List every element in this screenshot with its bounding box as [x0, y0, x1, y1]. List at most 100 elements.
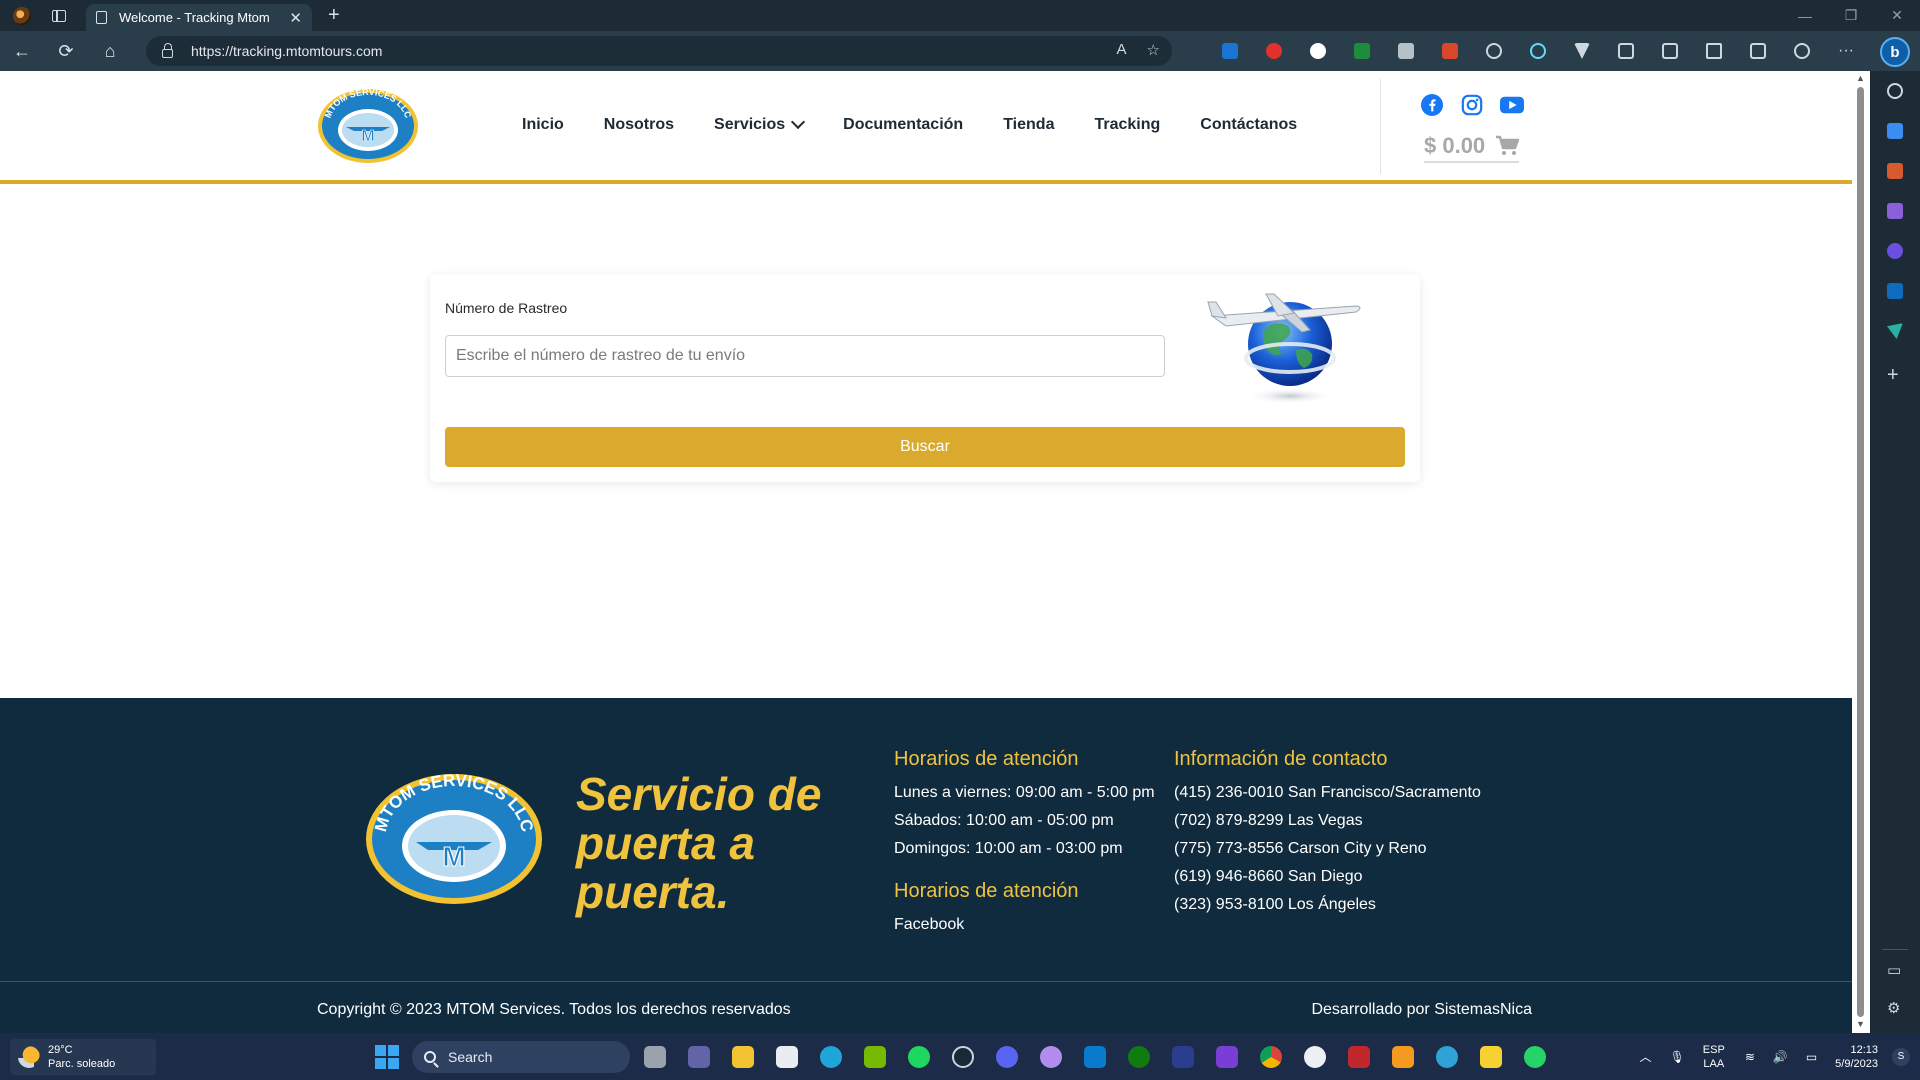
extension-v-icon[interactable]: [1560, 43, 1604, 59]
bing-copilot-icon[interactable]: b: [1880, 37, 1910, 67]
tracking-number-input[interactable]: [445, 335, 1165, 377]
spotify-icon[interactable]: [908, 1046, 930, 1068]
favorites-icon[interactable]: [1692, 43, 1736, 59]
webstorm-icon[interactable]: [1172, 1046, 1194, 1068]
vscode-icon[interactable]: [1084, 1046, 1106, 1068]
cart-button[interactable]: $ 0.00: [1424, 133, 1520, 163]
discord-icon[interactable]: [996, 1046, 1018, 1068]
nav-documentacion[interactable]: Documentación: [843, 116, 963, 134]
extension-circle-icon[interactable]: [1296, 43, 1340, 59]
nav-inicio[interactable]: Inicio: [522, 116, 564, 134]
battery-icon[interactable]: ▭: [1806, 1050, 1817, 1064]
extension-target-icon[interactable]: [1472, 43, 1516, 59]
microphone-icon[interactable]: 🎙: [1670, 1050, 1685, 1064]
sidebar-layout-icon[interactable]: ▭: [1887, 961, 1901, 979]
footer-facebook-link[interactable]: Facebook: [894, 911, 1079, 939]
sidebar-shopping-icon[interactable]: [1887, 123, 1903, 139]
sidebar-search-icon[interactable]: [1887, 83, 1903, 99]
youtube-icon[interactable]: [1500, 93, 1524, 117]
sidebar-add-icon[interactable]: +: [1887, 365, 1899, 385]
extension-gray-icon[interactable]: [1384, 43, 1428, 59]
copyright-text: Copyright © 2023 MTOM Services. Todos lo…: [317, 1001, 791, 1018]
extension-f-icon[interactable]: [1208, 43, 1252, 59]
sidebar-games-icon[interactable]: [1887, 203, 1903, 219]
nav-contactanos[interactable]: Contáctanos: [1200, 116, 1297, 134]
volume-icon[interactable]: 🔊: [1773, 1050, 1788, 1064]
extensions-puzzle-icon[interactable]: [1604, 43, 1648, 59]
wifi-icon[interactable]: ≋: [1745, 1050, 1755, 1064]
read-aloud-icon[interactable]: A: [1117, 41, 1127, 59]
search-button[interactable]: Buscar: [445, 427, 1405, 467]
taskbar-search[interactable]: Search: [412, 1041, 630, 1073]
whatsapp-icon[interactable]: [1524, 1046, 1546, 1068]
steam-icon[interactable]: [952, 1046, 974, 1068]
weather-widget[interactable]: 29°C Parc. soleado: [10, 1039, 156, 1075]
show-hidden-icons[interactable]: ︿: [1640, 1048, 1652, 1065]
extension-orange-icon[interactable]: [1428, 43, 1472, 59]
store-icon[interactable]: [776, 1046, 798, 1068]
chrome-icon[interactable]: [1260, 1046, 1282, 1068]
notification-icon[interactable]: S: [1892, 1047, 1910, 1066]
sidebar-outlook-icon[interactable]: [1887, 283, 1903, 299]
language-indicator[interactable]: ESP LAA: [1703, 1043, 1725, 1071]
close-window-icon[interactable]: ✕: [1874, 0, 1920, 31]
tab-title: Welcome - Tracking Mtom: [119, 10, 270, 25]
home-icon[interactable]: ⌂: [88, 31, 132, 71]
windows-taskbar: 29°C Parc. soleado Search ︿ 🎙 ESP LAA ≋ …: [0, 1033, 1920, 1080]
extension-yellow-icon[interactable]: [1340, 43, 1384, 59]
extension-red-icon[interactable]: [1252, 43, 1296, 59]
refresh-icon[interactable]: ⟳: [44, 31, 88, 71]
facebook-icon[interactable]: [1420, 93, 1444, 117]
mtom-logo[interactable]: M MTOM SERVICES LLC: [316, 87, 420, 165]
scroll-down-icon[interactable]: ▼: [1856, 1019, 1865, 1029]
tab-actions-icon[interactable]: [44, 0, 74, 31]
nav-nosotros[interactable]: Nosotros: [604, 116, 674, 134]
page-scrollbar[interactable]: ▲ ▼: [1852, 71, 1870, 1033]
restore-icon[interactable]: ❐: [1828, 0, 1874, 31]
browser-tab-active[interactable]: Welcome - Tracking Mtom ✕: [86, 4, 312, 31]
sidebar-tools-icon[interactable]: [1887, 163, 1903, 179]
slack-icon[interactable]: [1304, 1046, 1326, 1068]
hours-weekdays: Lunes a viernes: 09:00 am - 5:00 pm: [894, 784, 1155, 801]
more-menu-icon[interactable]: ···: [1824, 42, 1868, 60]
github-icon[interactable]: [1040, 1046, 1062, 1068]
browser-sidebar: + ▭ ⚙: [1870, 71, 1920, 1033]
sidebar-settings-icon[interactable]: ⚙: [1887, 999, 1900, 1017]
close-tab-icon[interactable]: ✕: [289, 9, 302, 27]
file-explorer-icon[interactable]: [732, 1046, 754, 1068]
split-screen-icon[interactable]: [1648, 43, 1692, 59]
collections-icon[interactable]: [1736, 43, 1780, 59]
scroll-up-icon[interactable]: ▲: [1856, 73, 1865, 83]
nvidia-icon[interactable]: [864, 1046, 886, 1068]
windows-start-icon[interactable]: [375, 1045, 399, 1069]
address-bar[interactable]: https://tracking.mtomtours.com A ☆: [146, 36, 1172, 66]
nav-tracking[interactable]: Tracking: [1094, 116, 1160, 134]
new-tab-icon[interactable]: +: [328, 4, 340, 27]
sidebar-office-icon[interactable]: [1887, 243, 1903, 259]
contact-phone: (775) 773-8556 Carson City y Reno: [1174, 840, 1427, 857]
profile-icon[interactable]: [0, 0, 44, 31]
clock-date: 5/9/2023: [1835, 1057, 1878, 1070]
nav-tienda[interactable]: Tienda: [1003, 116, 1054, 134]
performance-icon[interactable]: [1780, 43, 1824, 59]
sidebar-send-icon[interactable]: [1887, 323, 1903, 339]
edge-icon[interactable]: [820, 1046, 842, 1068]
extension-react-icon[interactable]: [1516, 43, 1560, 59]
nav-servicios[interactable]: Servicios: [714, 114, 806, 134]
instagram-icon[interactable]: [1460, 93, 1484, 117]
footer-social: Horarios de atención Facebook: [894, 880, 1079, 939]
orange-app-icon[interactable]: [1392, 1046, 1414, 1068]
favorite-star-icon[interactable]: ☆: [1147, 41, 1160, 59]
task-view-icon[interactable]: [644, 1046, 666, 1068]
red-app-icon[interactable]: [1348, 1046, 1370, 1068]
teams-icon[interactable]: [688, 1046, 710, 1068]
phpstorm-icon[interactable]: [1216, 1046, 1238, 1068]
edge-dev-icon[interactable]: [1436, 1046, 1458, 1068]
minimize-icon[interactable]: —: [1782, 0, 1828, 31]
clock[interactable]: 12:13 5/9/2023: [1835, 1043, 1878, 1071]
sticky-notes-icon[interactable]: [1480, 1046, 1502, 1068]
contact-phone: (702) 879-8299 Las Vegas: [1174, 812, 1363, 829]
scroll-thumb[interactable]: [1857, 87, 1864, 1017]
xbox-icon[interactable]: [1128, 1046, 1150, 1068]
back-icon[interactable]: ←: [0, 31, 44, 71]
